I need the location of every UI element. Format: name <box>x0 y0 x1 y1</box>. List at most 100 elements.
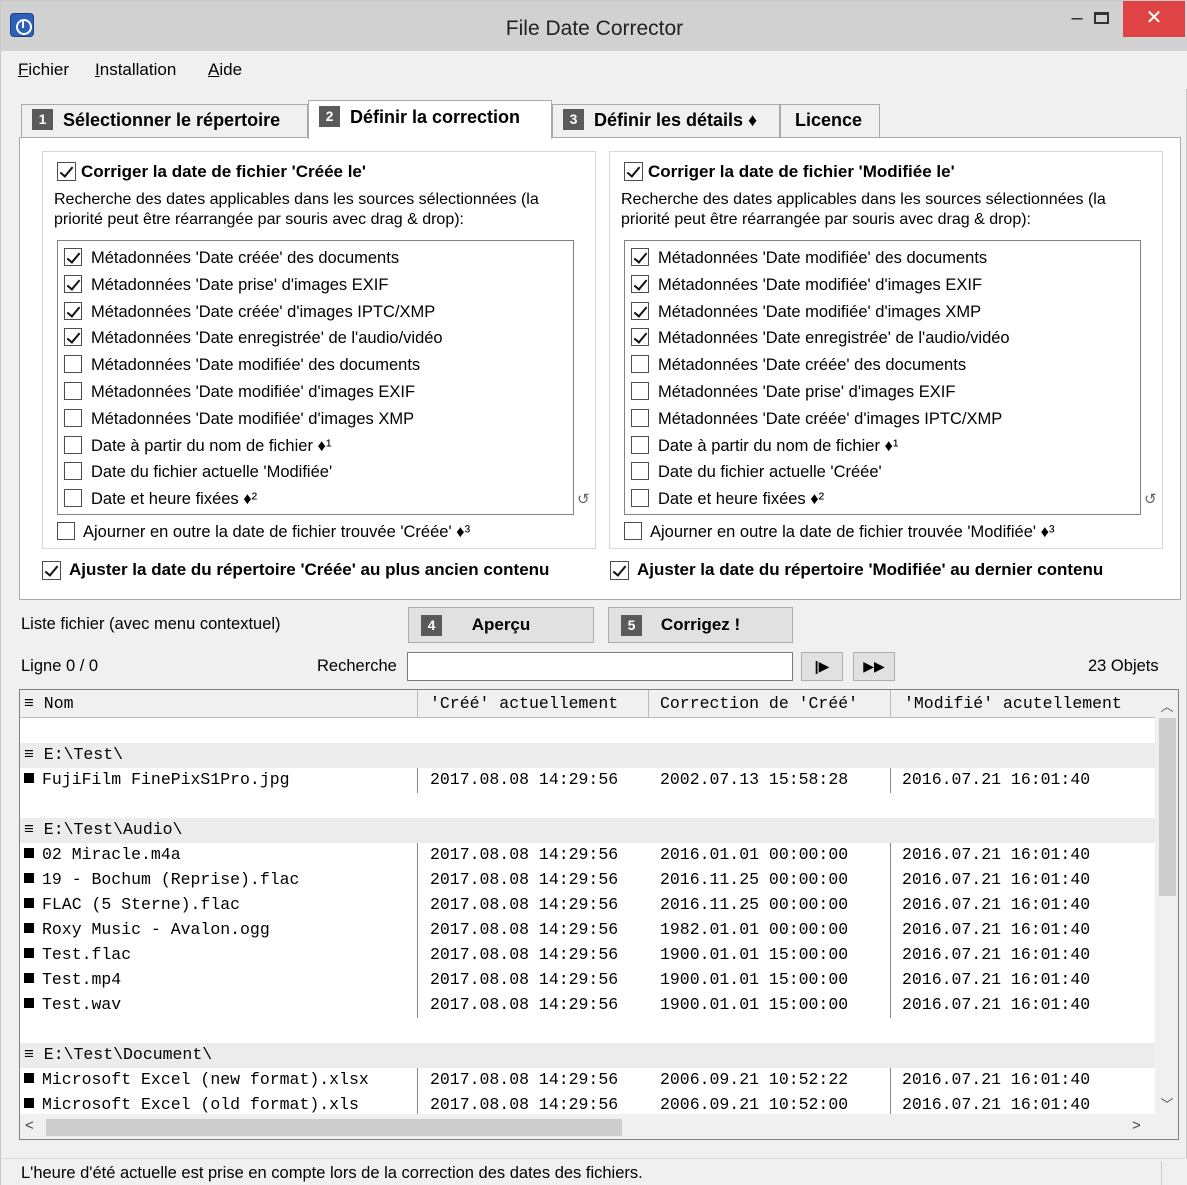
file-name: Test.wav <box>42 995 122 1014</box>
column-correction-header[interactable]: Correction de 'Créé' <box>660 694 858 713</box>
folder-row[interactable]: ≡ E:\Test\Document\ <box>20 1043 1155 1068</box>
correction-date-cell: 2016.11.25 00:00:00 <box>660 895 849 914</box>
created-source-list[interactable]: Métadonnées 'Date créée' des documents Mé… <box>57 240 574 515</box>
chevron-left-icon[interactable]: < <box>25 1117 34 1134</box>
created-date-cell: 2017.08.08 14:29:56 <box>430 895 619 914</box>
reset-order-icon[interactable]: ↺ <box>1144 490 1157 508</box>
table-row[interactable]: Test.flac 2017.08.08 14:29:56 1900.01.01 1… <box>20 943 1155 968</box>
horizontal-scroll-thumb[interactable] <box>46 1119 622 1136</box>
menu-fichier[interactable]: Fichier <box>18 60 69 80</box>
correction-date-cell: 2002.07.13 15:58:28 <box>660 770 849 789</box>
source-label: Date du fichier actuelle 'Créée' <box>658 463 882 482</box>
group-heading: Corriger la date de fichier 'Modifiée le… <box>648 162 955 181</box>
chevron-down-icon[interactable]: ﹀ <box>1155 1094 1178 1113</box>
source-checkbox[interactable] <box>631 248 649 266</box>
column-modified-header[interactable]: 'Modifié' acutellement <box>904 694 1122 713</box>
folder-row[interactable]: ≡ E:\Test\ <box>20 743 1155 768</box>
created-date-group: Corriger la date de fichier 'Créée le' R… <box>42 151 596 549</box>
table-row[interactable]: Microsoft Excel (old format).xls 2017.08.… <box>20 1093 1155 1114</box>
line-counter: Ligne 0 / 0 <box>21 657 99 675</box>
source-checkbox[interactable] <box>64 462 82 481</box>
source-label: Métadonnées 'Date enregistrée' de l'audi… <box>91 329 443 348</box>
checkbox[interactable] <box>610 561 629 580</box>
source-checkbox[interactable] <box>631 274 649 293</box>
find-last-button[interactable]: ▶▶ <box>853 652 895 681</box>
checkbox[interactable] <box>57 162 76 181</box>
table-row[interactable]: FLAC (5 Sterne).flac 2017.08.08 14:29:56 2… <box>20 893 1155 918</box>
file-name: Microsoft Excel (new format).xlsx <box>42 1070 369 1089</box>
column-name-header[interactable]: ≡ Nom <box>24 694 74 713</box>
source-checkbox[interactable] <box>64 408 82 427</box>
search-input[interactable] <box>407 652 793 681</box>
chevron-right-icon[interactable]: > <box>1132 1117 1141 1134</box>
source-checkbox[interactable] <box>64 355 82 374</box>
source-checkbox[interactable] <box>64 274 82 293</box>
file-list-body[interactable]: ≡ E:\Test\ FujiFilm FinePixS1Pro.jpg 2017.… <box>20 718 1155 1114</box>
modified-date-cell: 2016.07.21 16:01:40 <box>902 945 1091 964</box>
source-label: Métadonnées 'Date modifiée' des document… <box>91 356 421 375</box>
file-name-cell: 19 - Bochum (Reprise).flac <box>24 870 299 889</box>
column-created-header[interactable]: 'Créé' actuellement <box>430 694 618 713</box>
checkbox[interactable] <box>57 522 75 540</box>
created-date-cell: 2017.08.08 14:29:56 <box>430 995 619 1014</box>
folder-row[interactable]: ≡ E:\Test\Audio\ <box>20 818 1155 843</box>
source-checkbox[interactable] <box>631 408 649 427</box>
table-row[interactable]: 02 Miracle.m4a 2017.08.08 14:29:56 2016.01… <box>20 843 1155 868</box>
source-checkbox[interactable] <box>64 301 82 320</box>
modified-date-cell: 2016.07.21 16:01:40 <box>902 870 1091 889</box>
source-label: Métadonnées 'Date créée' d'images IPTC/X… <box>91 302 436 321</box>
table-row[interactable]: Roxy Music - Avalon.ogg 2017.08.08 14:29:… <box>20 918 1155 943</box>
maximize-button[interactable] <box>1079 1 1123 37</box>
file-name-cell: Microsoft Excel (new format).xlsx <box>24 1070 369 1089</box>
table-row[interactable]: FujiFilm FinePixS1Pro.jpg 2017.08.08 14:2… <box>20 768 1155 793</box>
checkbox[interactable] <box>42 561 61 580</box>
source-label: Date du fichier actuelle 'Modifiée' <box>91 463 333 482</box>
source-checkbox[interactable] <box>64 328 82 347</box>
modified-source-list[interactable]: Métadonnées 'Date modifiée' des document… <box>624 240 1141 515</box>
tab-define-correction[interactable]: 2 Définir la correction <box>308 100 552 139</box>
table-row[interactable]: Microsoft Excel (new format).xlsx 2017.08… <box>20 1068 1155 1093</box>
file-name: 19 - Bochum (Reprise).flac <box>42 870 300 889</box>
menu-aide-mnemonic: A <box>208 60 220 79</box>
source-checkbox[interactable] <box>631 382 649 400</box>
source-checkbox[interactable] <box>631 355 649 374</box>
close-button[interactable]: ✕ <box>1123 1 1185 37</box>
menu-aide[interactable]: Aide <box>208 60 242 80</box>
file-bullet-icon <box>24 1098 34 1108</box>
reset-order-icon[interactable]: ↺ <box>577 490 590 508</box>
table-row[interactable]: Test.wav 2017.08.08 14:29:56 1900.01.01 15… <box>20 993 1155 1018</box>
correct-button[interactable]: 5 Corrigez ! <box>608 607 793 643</box>
title-bar[interactable]: File Date Corrector – ✕ <box>1 1 1187 51</box>
tab-select-directory[interactable]: 1 Sélectionner le répertoire <box>21 104 308 137</box>
menu-fichier-mnemonic: F <box>18 60 29 79</box>
tab-define-details[interactable]: 3 Définir les détails ♦ <box>552 104 780 137</box>
source-checkbox[interactable] <box>64 248 82 266</box>
source-checkbox[interactable] <box>631 489 649 508</box>
source-checkbox[interactable] <box>64 382 82 400</box>
created-date-cell: 2017.08.08 14:29:56 <box>430 770 619 789</box>
checkbox[interactable] <box>624 162 643 181</box>
find-next-button[interactable]: |▶ <box>801 652 843 681</box>
vertical-scroll-thumb[interactable] <box>1159 718 1176 896</box>
preview-button[interactable]: 4 Aperçu <box>408 607 594 643</box>
source-checkbox[interactable] <box>64 435 82 454</box>
file-list[interactable]: ≡ Nom 'Créé' actuellement Correction de … <box>19 689 1179 1140</box>
source-checkbox[interactable] <box>631 301 649 320</box>
source-checkbox[interactable] <box>631 328 649 347</box>
checkbox[interactable] <box>624 522 642 540</box>
source-checkbox[interactable] <box>631 462 649 481</box>
vertical-scrollbar[interactable]: ︿ ﹀ <box>1155 690 1178 1114</box>
correction-date-cell: 1900.01.01 15:00:00 <box>660 970 849 989</box>
table-row[interactable]: Test.mp4 2017.08.08 14:29:56 1900.01.01 15… <box>20 968 1155 993</box>
file-bullet-icon <box>24 898 34 908</box>
horizontal-scrollbar[interactable]: < > <box>20 1114 1178 1139</box>
source-checkbox[interactable] <box>631 435 649 454</box>
source-checkbox[interactable] <box>64 489 82 508</box>
tab-number-badge: 3 <box>563 109 584 130</box>
chevron-up-icon[interactable]: ︿ <box>1155 696 1178 715</box>
file-name-cell: 02 Miracle.m4a <box>24 845 181 864</box>
table-row[interactable]: 19 - Bochum (Reprise).flac 2017.08.08 14:… <box>20 868 1155 893</box>
tab-label: Licence <box>795 110 863 130</box>
menu-installation[interactable]: Installation <box>95 60 176 80</box>
tab-licence[interactable]: Licence <box>780 104 880 137</box>
